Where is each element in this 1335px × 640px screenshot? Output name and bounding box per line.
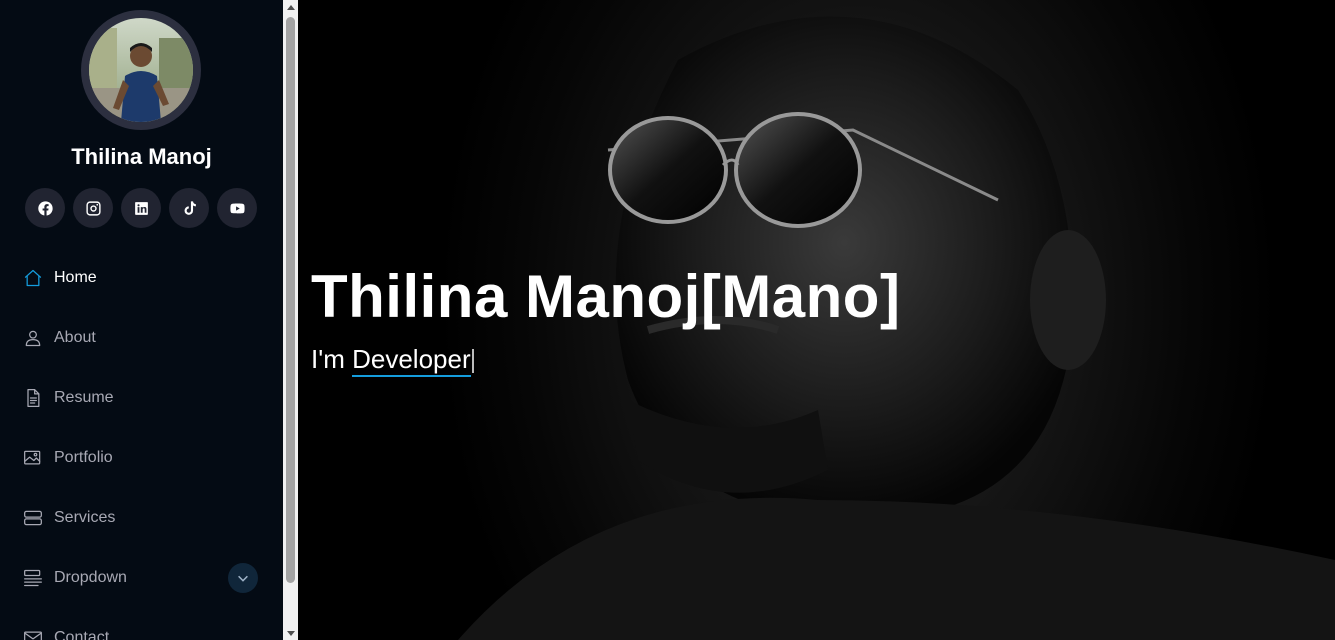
server-icon [22,507,44,529]
chevron-down-icon [238,575,248,582]
typed-text: Developer [352,344,471,377]
profile-name: Thilina Manoj [71,144,212,169]
envelope-icon [22,627,44,640]
nav-item-home[interactable]: Home [22,258,262,298]
house-icon [22,267,44,289]
nav-label-home: Home [54,269,97,286]
hero-subtitle: I'm Developer [311,344,474,377]
file-text-icon [22,387,44,409]
nav-item-about[interactable]: About [22,318,262,358]
images-icon [22,447,44,469]
tiktok-icon [184,200,196,215]
facebook-link[interactable] [25,188,65,228]
nav-label-services: Services [54,509,116,526]
hero-title: Thilina Manoj[Mano] [311,263,901,330]
profile-avatar[interactable] [89,18,193,122]
page-scrollbar[interactable] [283,0,298,640]
profile-avatar-frame [81,10,201,130]
scroll-down-arrow[interactable] [283,626,298,640]
nav-label-dropdown: Dropdown [54,569,127,586]
dropdown-toggle[interactable] [228,563,258,593]
sidebar: Thilina Manoj Home About Resume Portfoli… [0,0,283,640]
youtube-icon [229,203,245,213]
instagram-link[interactable] [73,188,113,228]
youtube-link[interactable] [217,188,257,228]
person-icon [22,327,44,349]
linkedin-link[interactable] [121,188,161,228]
instagram-icon [85,200,101,216]
nav-item-dropdown[interactable]: Dropdown [22,558,262,598]
linkedin-icon [134,201,148,215]
nav-label-contact: Contact [54,629,110,640]
nav-item-services[interactable]: Services [22,498,262,538]
nav-item-resume[interactable]: Resume [22,378,262,418]
nav-item-portfolio[interactable]: Portfolio [22,438,262,478]
nav-label-portfolio: Portfolio [54,449,113,466]
typing-cursor [471,349,474,374]
facebook-icon [37,200,53,216]
scroll-up-arrow[interactable] [283,0,298,14]
hero-section: Thilina Manoj[Mano] I'm Developer [298,0,1335,640]
nav-label-about: About [54,329,96,346]
hero-subtitle-prefix: I'm [311,344,345,374]
social-links [25,188,257,228]
nav-item-contact[interactable]: Contact [22,618,262,640]
scroll-thumb[interactable] [286,17,295,583]
tiktok-link[interactable] [169,188,209,228]
nav-label-resume: Resume [54,389,114,406]
menu-button-icon [22,567,44,589]
